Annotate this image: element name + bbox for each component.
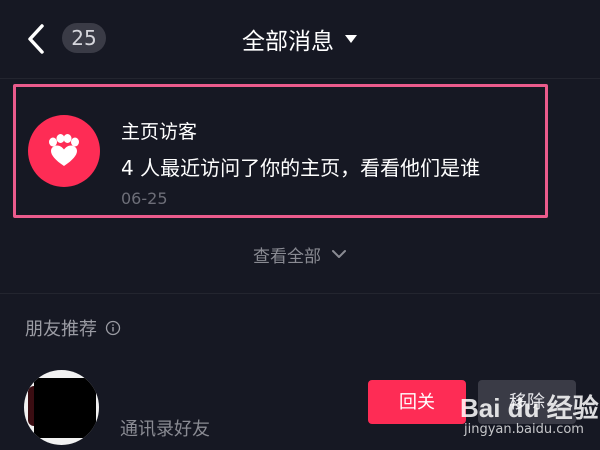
- message-filter-dropdown[interactable]: 全部消息: [0, 22, 600, 56]
- view-all-label: 查看全部: [253, 246, 321, 267]
- friend-recommend-header: 朋友推荐: [25, 316, 121, 340]
- view-all-button[interactable]: 查看全部: [0, 240, 600, 268]
- baidu-watermark: Bai du 经验 jingyan.baidu.com: [460, 388, 600, 448]
- friend-source-label: 通讯录好友: [120, 419, 210, 440]
- divider: [0, 78, 600, 79]
- page-title: 全部消息: [242, 29, 334, 55]
- caret-down-icon: [345, 35, 357, 43]
- chevron-down-icon: [332, 250, 346, 258]
- section-title: 朋友推荐: [25, 319, 97, 340]
- top-bar: 25 全部消息: [0, 0, 600, 78]
- avatar[interactable]: [24, 370, 99, 445]
- follow-back-button[interactable]: 回关: [368, 380, 466, 424]
- card-title: 主页访客: [121, 121, 198, 143]
- watermark-logo: Bai du 经验: [460, 393, 599, 423]
- paw-heart-icon: [28, 115, 100, 187]
- card-message: 4 人最近访问了你的主页，看看他们是谁: [121, 156, 481, 180]
- divider: [0, 293, 600, 294]
- card-date: 06-25: [121, 189, 168, 208]
- info-icon[interactable]: [105, 320, 121, 336]
- watermark-url: jingyan.baidu.com: [464, 422, 584, 437]
- profile-visitors-card[interactable]: 主页访客 4 人最近访问了你的主页，看看他们是谁 06-25: [13, 84, 548, 218]
